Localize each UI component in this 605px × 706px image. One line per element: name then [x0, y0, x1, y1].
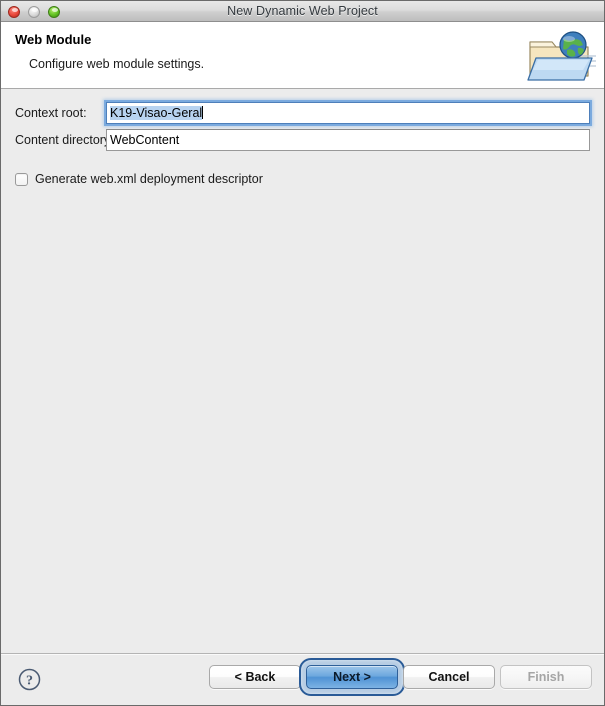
zoom-button-icon[interactable] — [48, 5, 60, 18]
close-button-icon[interactable] — [8, 5, 20, 18]
wizard-buttons: < Back Next > Cancel Finish — [209, 658, 592, 696]
back-button[interactable]: < Back — [209, 665, 301, 689]
context-root-label: Context root: — [15, 106, 87, 120]
cancel-button[interactable]: Cancel — [403, 665, 495, 689]
page-description: Configure web module settings. — [29, 57, 205, 71]
window-title: New Dynamic Web Project — [227, 4, 378, 18]
generate-webxml-checkbox[interactable] — [15, 172, 28, 186]
content-directory-input[interactable]: WebContent — [106, 129, 590, 151]
finish-button: Finish — [500, 665, 592, 689]
next-button[interactable]: Next > — [306, 665, 398, 689]
text-caret — [202, 106, 204, 119]
context-root-input-wrap: K19-Visao-Geral — [106, 102, 590, 124]
content-directory-row: Content directory: WebContent — [1, 129, 604, 151]
minimize-button-icon — [28, 5, 40, 18]
finish-button-label: Finish — [527, 670, 565, 684]
context-root-input[interactable]: K19-Visao-Geral — [106, 102, 590, 124]
cancel-button-label: Cancel — [428, 670, 470, 684]
context-root-row: Context root: K19-Visao-Geral — [1, 102, 604, 124]
help-glyph: ? — [26, 674, 33, 689]
content-directory-label: Content directory: — [15, 133, 114, 147]
next-button-wrap: Next > — [299, 658, 405, 696]
dialog-window: New Dynamic Web Project Web Module Confi… — [0, 0, 605, 706]
next-button-label: Next > — [333, 670, 371, 684]
titlebar: New Dynamic Web Project — [1, 1, 604, 22]
web-folder-globe-icon — [527, 31, 596, 81]
wizard-header: Web Module Configure web module settings… — [1, 22, 604, 89]
wizard-body: Context root: K19-Visao-Geral Content di… — [1, 89, 604, 705]
dialog-button-bar: ? < Back Next > Cancel Finish — [1, 653, 604, 705]
back-button-label: < Back — [234, 670, 276, 684]
context-root-value: K19-Visao-Geral — [110, 106, 203, 120]
content-directory-value: WebContent — [110, 133, 180, 147]
content-directory-input-wrap: WebContent — [106, 129, 590, 151]
help-button[interactable]: ? — [18, 668, 41, 691]
window-controls — [8, 1, 60, 22]
page-title: Web Module — [15, 32, 92, 47]
generate-webxml-row[interactable]: Generate web.xml deployment descriptor — [15, 172, 263, 186]
generate-webxml-label: Generate web.xml deployment descriptor — [35, 172, 263, 186]
